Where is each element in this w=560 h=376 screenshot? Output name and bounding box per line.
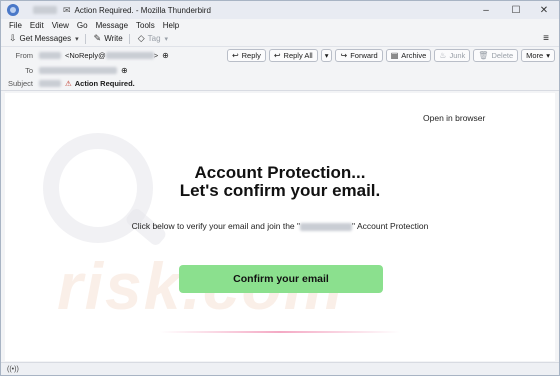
write-button[interactable]: ✎ Write	[94, 33, 123, 44]
alert-icon: ⚠	[65, 79, 72, 88]
menu-edit[interactable]: Edit	[30, 21, 44, 30]
more-button[interactable]: More ▾	[521, 49, 555, 62]
toolbar-separator	[84, 33, 86, 44]
reply-all-button[interactable]: ↩ Reply All	[268, 49, 318, 62]
divider-line	[160, 331, 400, 333]
get-messages-dropdown-icon[interactable]: ▾	[75, 35, 79, 43]
menu-file[interactable]: File	[9, 21, 22, 30]
pencil-icon: ✎	[93, 33, 102, 43]
from-row: From <NoReply@ > ⊕	[1, 49, 169, 62]
redacted-brand-name	[300, 222, 353, 231]
message-header: From <NoReply@ > ⊕ ↩ Reply ↩ Reply All ▾	[1, 47, 559, 91]
to-value[interactable]: ⊕	[39, 66, 128, 75]
menu-view[interactable]: View	[52, 21, 69, 30]
subject-value: ⚠ Action Required.	[39, 79, 135, 88]
email-body: risk.com Open in browser Account Protect…	[5, 93, 555, 361]
trash-icon: 🗑	[478, 51, 489, 60]
tag-icon: ◇	[137, 33, 145, 43]
subject-text: Action Required.	[74, 79, 135, 88]
forward-button[interactable]: ↪ Forward	[335, 49, 383, 62]
main-toolbar: ⇩ Get Messages ▾ ✎ Write ◇ Tag ▾ ≡	[1, 31, 559, 47]
subject-row: Subject ⚠ Action Required.	[1, 77, 135, 90]
confirm-email-button[interactable]: Confirm your email	[179, 265, 383, 293]
redacted-sender-display	[39, 52, 61, 59]
chevron-down-icon: ▾	[324, 51, 329, 60]
delete-label: Delete	[491, 51, 514, 60]
forward-label: Forward	[350, 51, 378, 60]
junk-button[interactable]: ♨ Junk	[434, 49, 471, 62]
get-messages-label: Get Messages	[19, 34, 72, 43]
inbox-icon: ⇩	[9, 33, 17, 43]
thunderbird-icon	[7, 4, 19, 16]
chevron-down-icon: ▾	[546, 51, 550, 60]
write-label: Write	[104, 34, 123, 43]
contact-add-icon[interactable]: ⊕	[162, 51, 169, 60]
reply-label: Reply	[241, 51, 261, 60]
from-value[interactable]: <NoReply@ > ⊕	[39, 51, 169, 60]
header-actions: ↩ Reply ↩ Reply All ▾ ↪ Forward ▤ Archiv…	[226, 49, 555, 62]
title-bar: ✉ Action Required. - Mozilla Thunderbird…	[1, 1, 559, 19]
junk-label: Junk	[449, 51, 466, 60]
tag-dropdown-icon: ▾	[164, 35, 169, 43]
redacted-sender-name	[33, 6, 57, 14]
envelope-icon: ✉	[63, 4, 71, 15]
heading-line-2: Let's confirm your email.	[179, 181, 381, 200]
tag-label: Tag	[147, 34, 161, 43]
app-menu-icon[interactable]: ≡	[543, 33, 549, 44]
toolbar-separator	[128, 33, 130, 44]
body-text-suffix: " Account Protection	[352, 221, 429, 231]
menu-go[interactable]: Go	[77, 21, 88, 30]
menu-message[interactable]: Message	[96, 21, 128, 30]
menu-help[interactable]: Help	[163, 21, 179, 30]
tag-button[interactable]: ◇ Tag ▾	[138, 33, 168, 44]
redacted-sender-domain	[105, 52, 154, 59]
redacted-subject-prefix	[39, 80, 61, 87]
menu-bar: File Edit View Go Message Tools Help	[1, 19, 559, 31]
delete-button[interactable]: 🗑 Delete	[473, 49, 519, 62]
wifi-icon: ((•))	[7, 365, 19, 373]
archive-icon: ▤	[390, 51, 399, 60]
minimize-button[interactable]: –	[471, 1, 501, 19]
contact-add-icon[interactable]: ⊕	[121, 66, 128, 75]
thunderbird-window: ✉ Action Required. - Mozilla Thunderbird…	[0, 0, 560, 376]
redacted-recipient	[39, 67, 117, 74]
reply-button[interactable]: ↩ Reply	[226, 49, 266, 62]
reply-all-icon: ↩	[273, 51, 281, 60]
to-label: To	[25, 66, 33, 75]
reply-icon: ↩	[231, 51, 239, 60]
get-messages-button[interactable]: ⇩ Get Messages	[9, 33, 71, 44]
close-button[interactable]: ✕	[529, 1, 559, 19]
reply-all-label: Reply All	[283, 51, 313, 60]
reply-all-dropdown[interactable]: ▾	[320, 49, 333, 62]
open-in-browser-link[interactable]: Open in browser	[423, 113, 485, 123]
from-address-start: <NoReply@	[65, 51, 106, 60]
heading-line-1: Account Protection...	[194, 163, 366, 182]
window-title: Action Required. - Mozilla Thunderbird	[74, 5, 211, 15]
menu-tools[interactable]: Tools	[136, 21, 155, 30]
maximize-button[interactable]: ☐	[501, 1, 531, 19]
confirm-email-label: Confirm your email	[233, 273, 329, 285]
archive-button[interactable]: ▤ Archive	[385, 49, 432, 62]
body-text-prefix: Click below to verify your email and joi…	[131, 221, 301, 231]
archive-label: Archive	[401, 51, 427, 60]
status-bar: ((•))	[1, 362, 559, 375]
body-text: Click below to verify your email and joi…	[5, 221, 555, 231]
more-label: More	[526, 51, 544, 60]
junk-icon: ♨	[439, 51, 447, 60]
to-row: To ⊕	[1, 64, 128, 77]
from-address-end: >	[153, 51, 159, 60]
from-label: From	[15, 51, 34, 60]
forward-icon: ↪	[340, 51, 348, 60]
subject-label: Subject	[7, 79, 33, 88]
